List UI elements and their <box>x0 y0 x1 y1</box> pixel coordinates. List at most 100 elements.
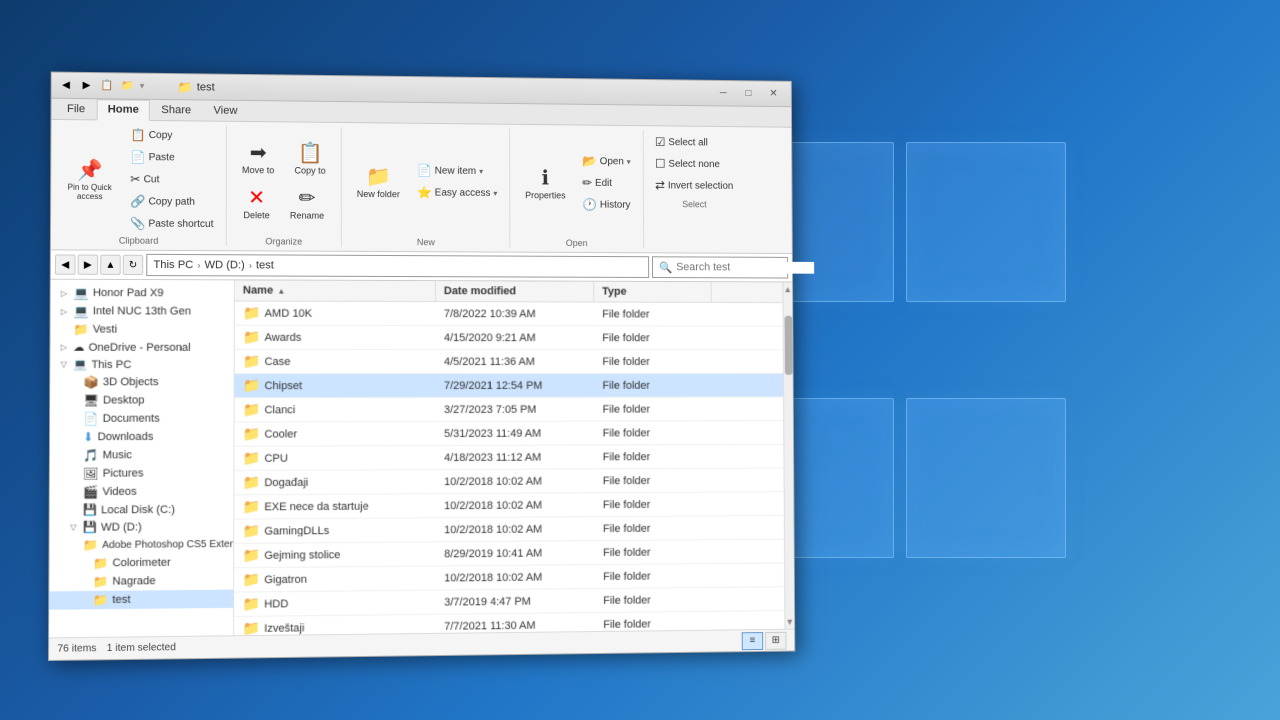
qa-forward-btn[interactable]: ▶ <box>78 77 94 93</box>
copy-button[interactable]: 📋 Copy <box>124 125 220 146</box>
file-row[interactable]: 📁AMD 10K 7/8/2022 10:39 AM File folder <box>235 302 783 327</box>
scroll-thumb[interactable] <box>784 316 792 375</box>
file-row[interactable]: 📁Awards 4/15/2020 9:21 AM File folder <box>235 326 783 351</box>
delete-button[interactable]: ✕ Delete <box>234 181 279 224</box>
up-button[interactable]: ▲ <box>100 255 121 275</box>
easy-access-button[interactable]: ⭐ Easy access ▾ <box>411 182 504 203</box>
history-button[interactable]: 🕐 History <box>576 195 636 215</box>
sidebar-item-3dobjects[interactable]: 📦 3D Objects <box>50 373 233 391</box>
sidebar-item-music[interactable]: 🎵 Music <box>50 446 234 465</box>
path-test[interactable]: test <box>256 259 274 271</box>
invert-icon: ⇄ <box>655 178 665 192</box>
file-row[interactable]: 📁Case 4/5/2021 11:36 AM File folder <box>235 350 783 374</box>
folder-icon: 📁 <box>243 474 261 491</box>
sidebar-item-nagrade[interactable]: 📁 Nagrade <box>49 571 233 591</box>
qa-dropdown[interactable]: ▾ <box>140 81 160 92</box>
folder-icon: 📁 <box>73 322 88 336</box>
edit-button[interactable]: ✏ Edit <box>576 173 636 193</box>
organize-group-title: Organize <box>233 234 335 247</box>
sidebar-item-documents[interactable]: 📄 Documents <box>50 409 233 428</box>
paste-shortcut-button[interactable]: 📎 Paste shortcut <box>124 213 220 234</box>
minimize-button[interactable]: ─ <box>712 84 735 102</box>
file-date: 7/29/2021 12:54 PM <box>436 376 595 394</box>
nav-buttons: ◀ ▶ ▲ ↻ <box>55 254 143 275</box>
search-box[interactable]: 🔍 <box>652 256 788 278</box>
rename-button[interactable]: ✏ Rename <box>281 181 333 224</box>
select-all-button[interactable]: ☑ Select all <box>649 132 739 153</box>
file-row[interactable]: 📁Događaji 10/2/2018 10:02 AM File folder <box>234 469 783 496</box>
sidebar-item-localc[interactable]: 💾 Local Disk (C:) <box>50 500 234 518</box>
folder-icon: 📁 <box>93 593 108 607</box>
view-buttons: ≡ ⊞ <box>742 631 787 649</box>
scroll-up-button[interactable]: ▲ <box>781 282 794 296</box>
sidebar-item-wdd[interactable]: ▽ 💾 WD (D:) <box>50 518 234 537</box>
large-icon-view-button[interactable]: ⊞ <box>765 631 786 649</box>
copy-path-button[interactable]: 🔗 Copy path <box>124 191 220 212</box>
sidebar-item-vesti[interactable]: 📁 Vesti <box>51 320 234 338</box>
select-group-title: Select <box>649 197 739 209</box>
new-folder-button[interactable]: 📁 New folder <box>348 159 409 202</box>
folder-icon: 📁 <box>243 425 261 442</box>
address-path[interactable]: This PC › WD (D:) › test <box>146 254 649 278</box>
details-view-button[interactable]: ≡ <box>742 632 764 650</box>
invert-selection-button[interactable]: ⇄ Invert selection <box>649 175 739 195</box>
back-button[interactable]: ◀ <box>55 254 76 274</box>
sidebar-item-pictures[interactable]: 🖼 Pictures <box>50 464 234 483</box>
file-row[interactable]: 📁Chipset 7/29/2021 12:54 PM File folder <box>235 374 784 398</box>
sidebar-item-honorpad[interactable]: ▷ 💻 Honor Pad X9 <box>51 284 234 303</box>
col-header-type[interactable]: Type <box>594 282 711 302</box>
vertical-scrollbar[interactable]: ▲ ▼ <box>782 282 794 628</box>
sidebar-item-onedrive[interactable]: ▷ ☁ OneDrive - Personal <box>50 339 233 356</box>
tab-share[interactable]: Share <box>150 100 202 121</box>
copy-to-icon: 📋 <box>298 140 323 165</box>
paste-button[interactable]: 📄 Paste <box>124 147 220 168</box>
qa-newfolder-btn[interactable]: 📁 <box>119 78 135 94</box>
desktop: ◀ ▶ 📋 📁 ▾ 📁 test ─ □ ✕ File Home Share <box>0 0 1280 720</box>
folder-icon: 📁 <box>243 305 261 322</box>
refresh-button[interactable]: ↻ <box>123 255 144 275</box>
expand-icon: ▷ <box>59 342 69 352</box>
selected-count: 1 item selected <box>107 642 176 654</box>
maximize-button[interactable]: □ <box>737 85 760 103</box>
folder-icon: 📁 <box>243 401 261 418</box>
tab-file[interactable]: File <box>56 99 97 120</box>
file-type: File folder <box>595 567 713 586</box>
sidebar-item-test[interactable]: 📁 test <box>49 590 233 610</box>
sidebar-item-intelnuc[interactable]: ▷ 💻 Intel NUC 13th Gen <box>51 302 234 321</box>
open-button[interactable]: 📂 Open ▾ <box>576 151 636 171</box>
tab-view[interactable]: View <box>202 100 248 121</box>
forward-button[interactable]: ▶ <box>78 255 99 275</box>
sidebar-item-desktop[interactable]: 🖥 Desktop <box>50 391 233 410</box>
tab-home[interactable]: Home <box>96 99 150 121</box>
sidebar: ▷ 💻 Honor Pad X9 ▷ 💻 Intel NUC 13th Gen … <box>49 280 235 638</box>
sidebar-item-videos[interactable]: 🎬 Videos <box>50 482 234 501</box>
folder-icon: 📁 <box>93 556 108 570</box>
move-to-button[interactable]: ➡ Move to <box>233 136 284 180</box>
sidebar-item-colorimeter[interactable]: 📁 Colorimeter <box>49 553 233 573</box>
file-row[interactable]: 📁CPU 4/18/2023 11:12 AM File folder <box>234 445 783 471</box>
col-header-date[interactable]: Date modified <box>436 281 594 301</box>
select-none-button[interactable]: ☐ Select none <box>649 154 739 174</box>
scroll-down-button[interactable]: ▼ <box>783 615 794 629</box>
search-input[interactable] <box>676 261 814 273</box>
title-icon: 📁 <box>178 80 193 94</box>
file-type: File folder <box>595 471 713 489</box>
file-row[interactable]: 📁Cooler 5/31/2023 11:49 AM File folder <box>234 421 783 447</box>
file-row[interactable]: 📁Clanci 3/27/2023 7:05 PM File folder <box>235 397 784 422</box>
sidebar-item-photoshop[interactable]: 📁 Adobe Photoshop CS5 Extended Edition <box>50 535 234 555</box>
pin-to-quick-access-button[interactable]: 📌 Pin to Quick access <box>57 153 122 205</box>
path-this-pc[interactable]: This PC <box>153 259 193 271</box>
sidebar-item-thispc[interactable]: ▽ 💻 This PC <box>50 356 233 373</box>
close-button[interactable]: ✕ <box>762 85 785 103</box>
qa-back-btn[interactable]: ◀ <box>58 77 74 93</box>
folder-icon: 📁 <box>93 574 108 588</box>
cut-button[interactable]: ✂ Cut <box>124 169 220 190</box>
address-bar: ◀ ▶ ▲ ↻ This PC › WD (D:) › test 🔍 <box>51 250 792 282</box>
sidebar-item-downloads[interactable]: ⬇ Downloads <box>50 428 233 447</box>
new-item-button[interactable]: 📄 New item ▾ <box>411 160 504 181</box>
path-wd[interactable]: WD (D:) <box>204 259 244 271</box>
col-header-name[interactable]: Name ▲ <box>235 280 436 301</box>
qa-properties-btn[interactable]: 📋 <box>99 78 115 94</box>
copy-to-button[interactable]: 📋 Copy to <box>285 136 334 179</box>
properties-button[interactable]: ℹ Properties <box>516 161 574 204</box>
